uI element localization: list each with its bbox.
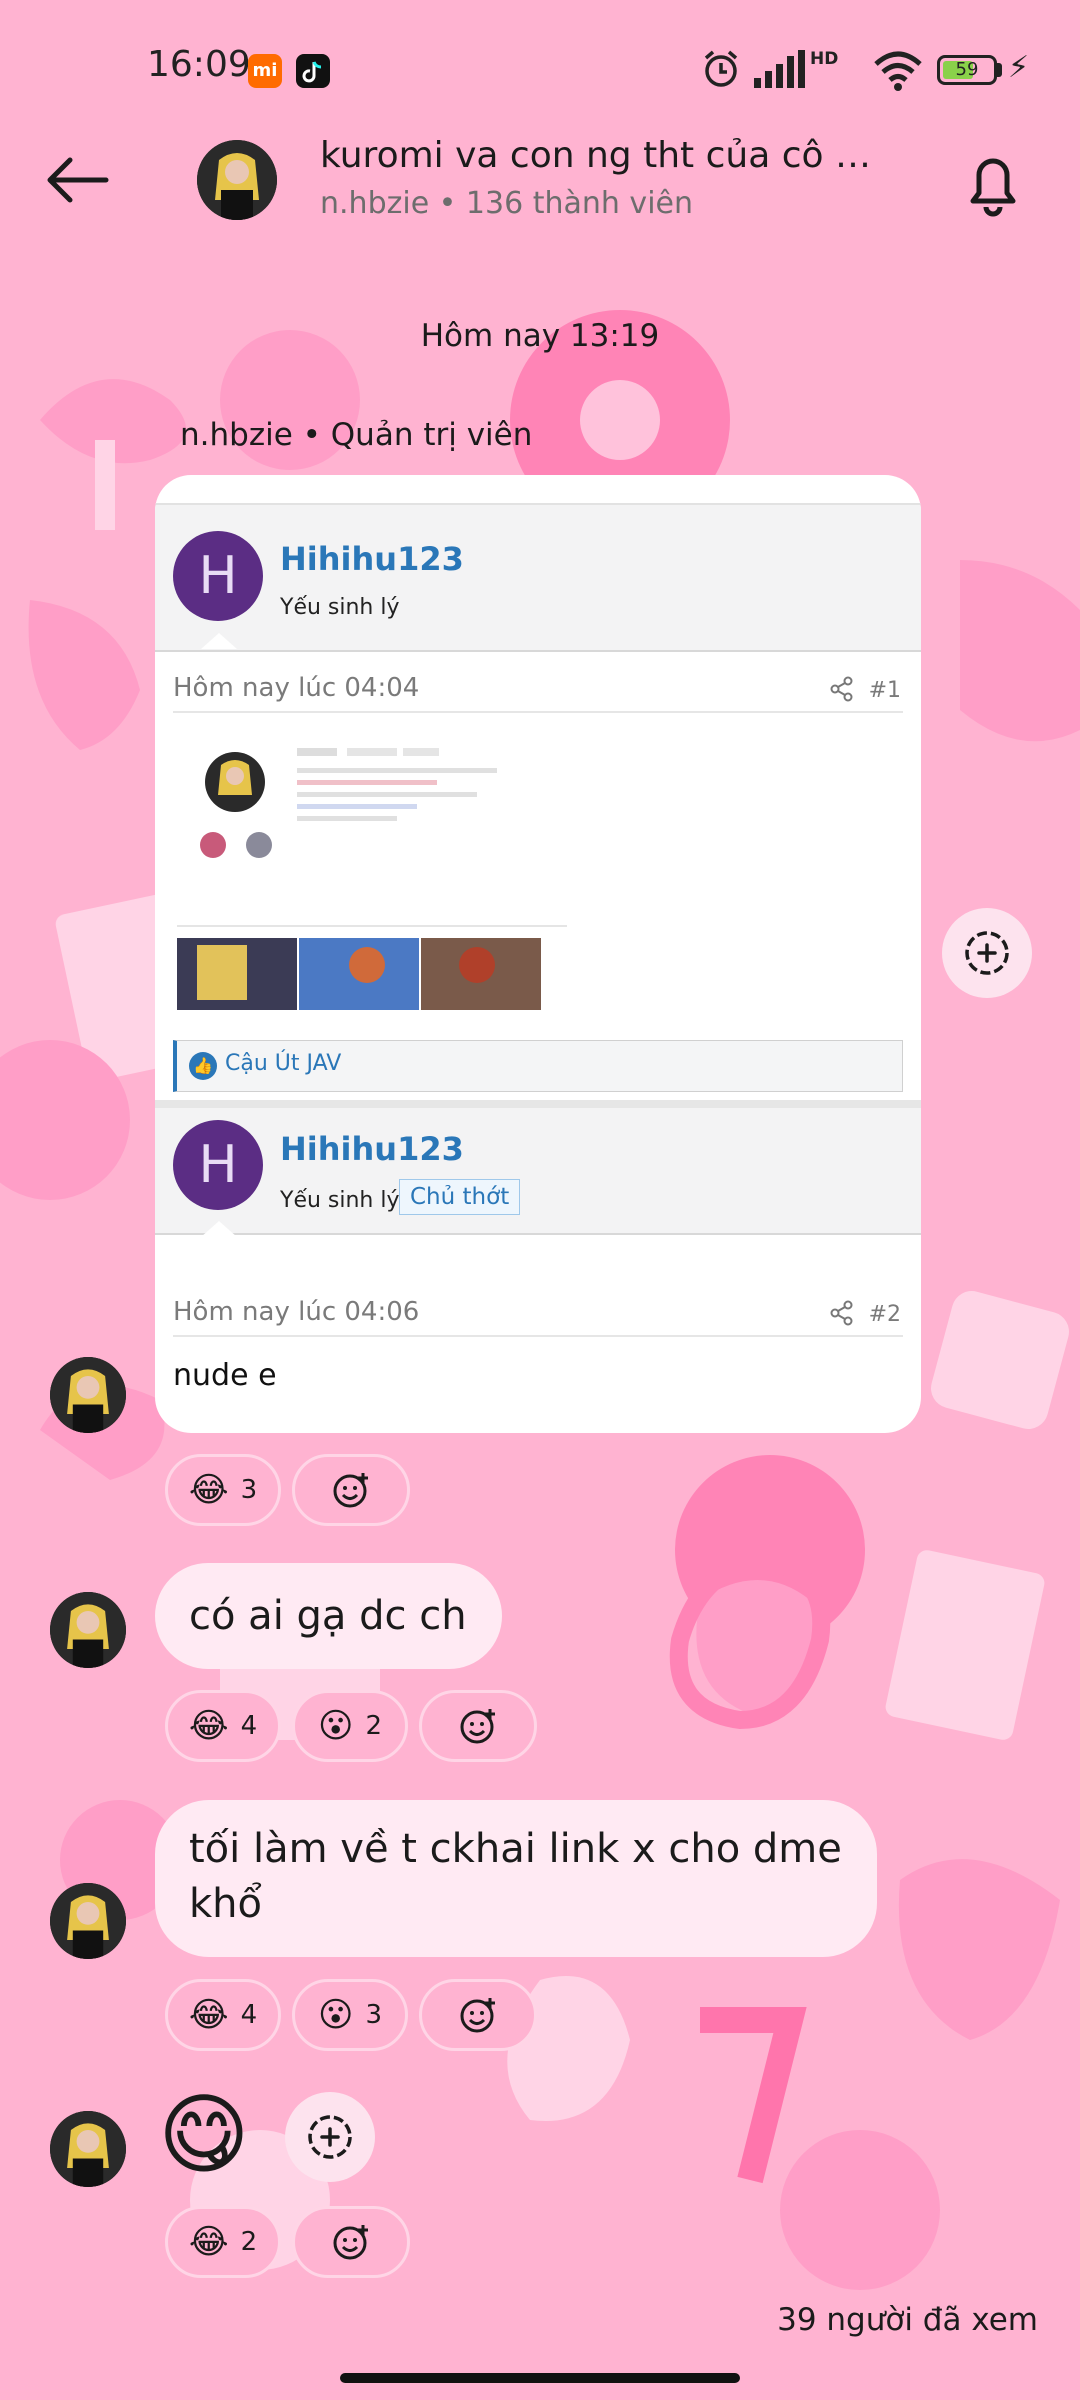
post-date: Hôm nay lúc 04:06 bbox=[173, 1297, 420, 1327]
post-date: Hôm nay lúc 04:04 bbox=[173, 673, 420, 703]
add-emoji-icon bbox=[460, 1709, 495, 1744]
like-text: Cậu Út JAV bbox=[225, 1051, 342, 1076]
tiktok-icon bbox=[296, 54, 330, 88]
post-body: nude e bbox=[173, 1358, 277, 1393]
shared-post-card[interactable]: H Hihihu123 Yếu sinh lý Hôm nay lúc 04:0… bbox=[155, 475, 921, 1433]
thread-owner-badge: Chủ thớt bbox=[399, 1179, 521, 1215]
reaction-chip[interactable]: 😮 3 bbox=[292, 1979, 408, 2051]
emoji-message[interactable]: 😋 bbox=[158, 2085, 250, 2185]
reaction-count: 4 bbox=[240, 1711, 258, 1741]
sender-avatar[interactable] bbox=[50, 1592, 126, 1668]
reaction-emoji: 😮 bbox=[318, 1995, 354, 2035]
reaction-count: 2 bbox=[365, 1711, 382, 1741]
charging-icon: ⚡ bbox=[1008, 50, 1030, 85]
group-avatar[interactable] bbox=[197, 140, 277, 220]
post-username: Hihihu123 bbox=[280, 1130, 464, 1168]
network-type: HD bbox=[810, 49, 839, 69]
seen-count: 39 người đã xem bbox=[777, 2302, 1038, 2338]
message-bubble[interactable]: tối làm về t ckhai link x cho dme khổ bbox=[155, 1800, 877, 1957]
post-number: #2 bbox=[868, 1302, 901, 1327]
like-summary[interactable]: 👍 Cậu Út JAV bbox=[173, 1040, 903, 1092]
sender-label: n.hbzie • Quản trị viên bbox=[180, 417, 533, 453]
share-icon bbox=[830, 676, 853, 702]
reaction-chip[interactable]: 😂 4 bbox=[165, 1979, 281, 2051]
date-separator: Hôm nay 13:19 bbox=[420, 318, 660, 354]
battery-tip bbox=[997, 63, 1002, 77]
reaction-emoji: 😂 bbox=[188, 2222, 229, 2262]
home-indicator[interactable] bbox=[340, 2373, 740, 2383]
group-title[interactable]: kuromi va con ng tht của cô ấ… bbox=[320, 135, 880, 176]
reaction-chip[interactable]: 😮 2 bbox=[292, 1690, 408, 1762]
add-reaction-button[interactable] bbox=[292, 2206, 410, 2278]
post-username: Hihihu123 bbox=[280, 540, 464, 578]
add-reaction-button[interactable] bbox=[292, 1454, 410, 1526]
reaction-count: 3 bbox=[240, 1475, 258, 1505]
reaction-emoji: 😮 bbox=[318, 1706, 354, 1746]
xiaomi-icon: mi bbox=[248, 54, 282, 88]
forward-button[interactable] bbox=[942, 908, 1032, 998]
reaction-emoji: 😂 bbox=[188, 1995, 229, 2035]
post-avatar: H bbox=[173, 531, 263, 621]
group-subtitle[interactable]: n.hbzie • 136 thành viên bbox=[320, 186, 693, 221]
status-time: 16:09 bbox=[147, 44, 251, 85]
add-emoji-icon bbox=[460, 1998, 495, 2033]
forward-button[interactable] bbox=[285, 2092, 375, 2182]
thumbs-up-icon: 👍 bbox=[189, 1052, 217, 1080]
reaction-chip[interactable]: 😂 2 bbox=[165, 2206, 281, 2278]
reaction-count: 2 bbox=[240, 2227, 258, 2257]
bell-icon[interactable] bbox=[958, 145, 1028, 220]
signal-icon bbox=[754, 50, 805, 88]
battery-icon: 59 bbox=[937, 55, 997, 85]
profile-screenshot-image bbox=[177, 720, 567, 1010]
alarm-icon bbox=[704, 50, 738, 87]
sender-avatar[interactable] bbox=[50, 1883, 126, 1959]
post-role: Yếu sinh lý bbox=[280, 1188, 400, 1213]
reaction-chip[interactable]: 😂 4 bbox=[165, 1690, 281, 1762]
post-header: H Hihihu123 Yếu sinh lý bbox=[155, 503, 921, 652]
add-reaction-button[interactable] bbox=[419, 1690, 537, 1762]
message-bubble[interactable]: có ai gạ dc ch bbox=[155, 1563, 502, 1669]
post-avatar: H bbox=[173, 1120, 263, 1210]
share-icon bbox=[830, 1300, 853, 1326]
reaction-count: 4 bbox=[240, 2000, 258, 2030]
reaction-emoji: 😂 bbox=[188, 1470, 229, 1510]
reaction-count: 3 bbox=[365, 2000, 382, 2030]
add-reaction-button[interactable] bbox=[419, 1979, 537, 2051]
post-role: Yếu sinh lý bbox=[280, 595, 400, 620]
status-bar: 16:09 mi HD 59 ⚡ bbox=[0, 0, 1080, 140]
battery-level: 59 bbox=[955, 59, 979, 80]
add-emoji-icon bbox=[333, 1473, 368, 1508]
reaction-emoji: 😂 bbox=[188, 1706, 229, 1746]
wifi-icon bbox=[874, 51, 922, 91]
post-number: #1 bbox=[868, 678, 901, 703]
sender-avatar[interactable] bbox=[50, 2111, 126, 2187]
reaction-chip[interactable]: 😂 3 bbox=[165, 1454, 281, 1526]
post-header: H Hihihu123 Yếu sinh lý Chủ thớt bbox=[155, 1100, 921, 1235]
add-emoji-icon bbox=[333, 2225, 368, 2260]
back-arrow-icon[interactable] bbox=[40, 150, 120, 210]
sender-avatar[interactable] bbox=[50, 1357, 126, 1433]
